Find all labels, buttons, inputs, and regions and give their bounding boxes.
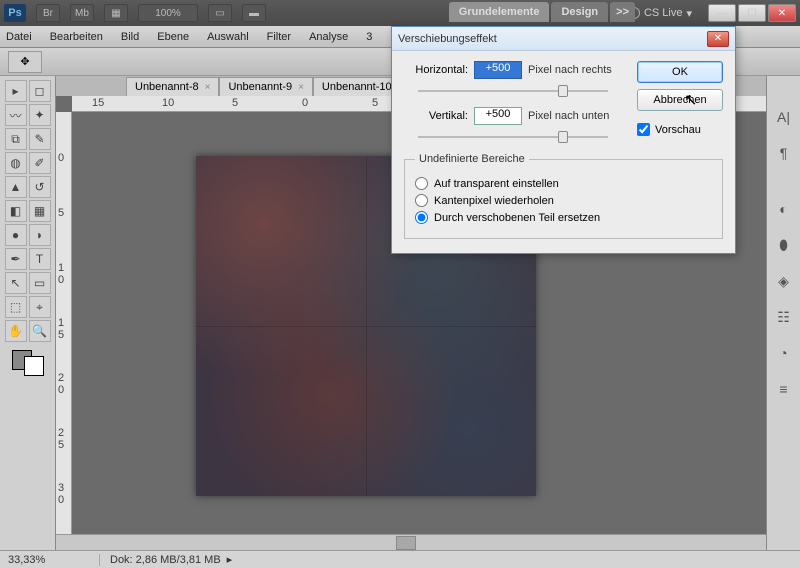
view-extras-icon[interactable]: ▦	[104, 4, 128, 22]
menu-image[interactable]: Bild	[121, 31, 139, 43]
blur-tool[interactable]: ●	[5, 224, 27, 246]
status-zoom[interactable]: 33,33%	[0, 554, 100, 566]
masks-panel-icon[interactable]: ⬮	[773, 234, 795, 256]
dialog-close-button[interactable]: ✕	[707, 31, 729, 47]
3d-tool[interactable]: ⬚	[5, 296, 27, 318]
type-tool[interactable]: T	[29, 248, 51, 270]
ok-button[interactable]: OK	[637, 61, 723, 83]
minimize-button[interactable]: —	[708, 4, 736, 22]
layers-panel-icon[interactable]: ◈	[773, 270, 795, 292]
path-tool[interactable]: ↖	[5, 272, 27, 294]
stamp-tool[interactable]: ▲	[5, 176, 27, 198]
close-icon[interactable]: ×	[205, 82, 211, 93]
toolbox: ▸◻ 〰✦ ⧉✎ ◍✐ ▲↺ ◧▦ ●◗ ✒T ↖▭ ⬚⌖ ✋🔍	[0, 76, 56, 550]
pen-tool[interactable]: ✒	[5, 248, 27, 270]
camera-tool[interactable]: ⌖	[29, 296, 51, 318]
ruler-vertical: 051 01 52 02 53 03 5	[56, 112, 72, 550]
slider-thumb[interactable]	[558, 85, 568, 97]
eraser-tool[interactable]: ◧	[5, 200, 27, 222]
vertical-label: Vertikal:	[404, 110, 468, 122]
fieldset-legend: Undefinierte Bereiche	[415, 153, 529, 165]
workspace-more[interactable]: >>	[610, 2, 635, 22]
lasso-tool[interactable]: 〰	[5, 104, 27, 126]
history-brush-tool[interactable]: ↺	[29, 176, 51, 198]
channels-panel-icon[interactable]: ☷	[773, 306, 795, 328]
horizontal-slider[interactable]	[418, 83, 608, 99]
app-logo: Ps	[4, 4, 26, 22]
arrange-icon[interactable]: ▭	[208, 4, 232, 22]
move-tool[interactable]: ▸	[5, 80, 27, 102]
radio-transparent[interactable]: Auf transparent einstellen	[415, 177, 712, 190]
brush-tool[interactable]: ✐	[29, 152, 51, 174]
scrollbar-horizontal[interactable]	[56, 534, 766, 550]
screen-mode-icon[interactable]: ▬	[242, 4, 266, 22]
menu-edit[interactable]: Bearbeiten	[50, 31, 103, 43]
color-swatches[interactable]	[12, 350, 44, 376]
dialog-title: Verschiebungseffekt	[398, 33, 497, 45]
undefined-areas-group: Undefinierte Bereiche Auf transparent ei…	[404, 153, 723, 239]
doc-tab-2[interactable]: Unbenannt-9×	[219, 77, 312, 96]
zoom-tool[interactable]: 🔍	[29, 320, 51, 342]
adjustments-panel-icon[interactable]: ◐	[773, 198, 795, 220]
menu-layer[interactable]: Ebene	[157, 31, 189, 43]
vertical-input[interactable]: +500	[474, 107, 522, 125]
cancel-button[interactable]: Abbrechen	[637, 89, 723, 111]
menu-filter[interactable]: Filter	[267, 31, 291, 43]
heal-tool[interactable]: ◍	[5, 152, 27, 174]
workspace-tab-essentials[interactable]: Grundelemente	[449, 2, 550, 22]
preview-checkbox[interactable]: Vorschau	[637, 123, 723, 136]
dodge-tool[interactable]: ◗	[29, 224, 51, 246]
horizontal-input[interactable]: +500	[474, 61, 522, 79]
crop-tool[interactable]: ⧉	[5, 128, 27, 150]
workspace-tab-design[interactable]: Design	[551, 2, 608, 22]
title-bar: Ps Br Mb ▦ 100% ▭ ▬ Grundelemente Design…	[0, 0, 800, 26]
status-doc-size: Dok: 2,86 MB/3,81 MB	[100, 554, 221, 566]
menu-file[interactable]: Datei	[6, 31, 32, 43]
offset-dialog: Verschiebungseffekt ✕ OK Abbrechen Vorsc…	[391, 26, 736, 254]
maximize-button[interactable]: ☐	[738, 4, 766, 22]
eyedropper-tool[interactable]: ✎	[29, 128, 51, 150]
close-button[interactable]: ✕	[768, 4, 796, 22]
menu-select[interactable]: Auswahl	[207, 31, 249, 43]
window-controls: — ☐ ✕	[708, 4, 796, 22]
gradient-tool[interactable]: ▦	[29, 200, 51, 222]
radio-wrap-around[interactable]: Durch verschobenen Teil ersetzen	[415, 211, 712, 224]
wand-tool[interactable]: ✦	[29, 104, 51, 126]
character-panel-icon[interactable]: A|	[773, 106, 795, 128]
panel-dock: A| ¶ ◐ ⬮ ◈ ☷ ◔ ≡	[766, 76, 800, 550]
shape-tool[interactable]: ▭	[29, 272, 51, 294]
status-bar: 33,33% Dok: 2,86 MB/3,81 MB ▸	[0, 550, 800, 568]
workspace-tabs: Grundelemente Design >>	[449, 2, 635, 22]
menu-analysis[interactable]: Analyse	[309, 31, 348, 43]
close-icon[interactable]: ×	[298, 82, 304, 93]
minibridge-button[interactable]: Mb	[70, 4, 94, 22]
bridge-button[interactable]: Br	[36, 4, 60, 22]
history-panel-icon[interactable]: ≡	[773, 378, 795, 400]
paragraph-panel-icon[interactable]: ¶	[773, 142, 795, 164]
menu-3d[interactable]: 3	[366, 31, 372, 43]
scrollbar-thumb[interactable]	[396, 536, 416, 550]
hand-tool[interactable]: ✋	[5, 320, 27, 342]
vertical-unit: Pixel nach unten	[528, 110, 609, 122]
radio-repeat-edge[interactable]: Kantenpixel wiederholen	[415, 194, 712, 207]
doc-tab-1[interactable]: Unbenannt-8×	[126, 77, 219, 96]
marquee-tool[interactable]: ◻	[29, 80, 51, 102]
dialog-titlebar[interactable]: Verschiebungseffekt ✕	[392, 27, 735, 51]
current-tool-icon[interactable]: ✥	[8, 51, 42, 73]
zoom-level[interactable]: 100%	[138, 4, 198, 22]
cs-live[interactable]: CS Live▾	[628, 7, 692, 20]
horizontal-unit: Pixel nach rechts	[528, 64, 612, 76]
slider-thumb[interactable]	[558, 131, 568, 143]
paths-panel-icon[interactable]: ◔	[773, 342, 795, 364]
chevron-right-icon[interactable]: ▸	[227, 553, 233, 566]
horizontal-label: Horizontal:	[404, 64, 468, 76]
vertical-slider[interactable]	[418, 129, 608, 145]
